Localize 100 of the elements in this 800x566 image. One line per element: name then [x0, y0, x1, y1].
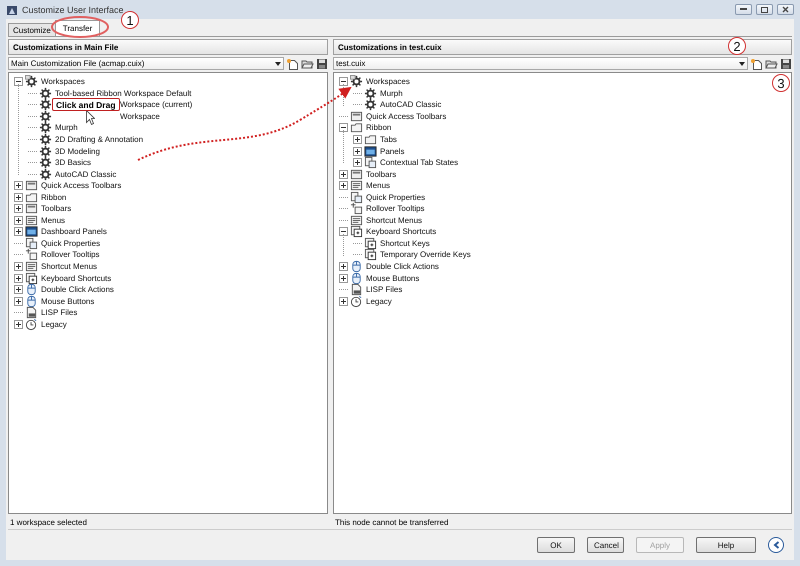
- app-icon: [6, 4, 18, 16]
- expand-icon[interactable]: [339, 181, 348, 190]
- tab[interactable]: Transfer: [54, 20, 100, 36]
- dialog-button[interactable]: Help: [696, 537, 756, 553]
- expand-icon[interactable]: [353, 158, 362, 168]
- tree-item[interactable]: Workspace: [120, 112, 160, 121]
- collapse-icon[interactable]: [339, 123, 348, 132]
- open-folder-icon[interactable]: [301, 58, 314, 70]
- folder-icon: [364, 133, 377, 146]
- tooltip-icon: [25, 248, 38, 262]
- collapse-icon[interactable]: [339, 77, 348, 86]
- minimize-icon: [740, 8, 747, 11]
- tree-item[interactable]: Mouse Buttons: [366, 274, 420, 283]
- tree-item[interactable]: Ribbon: [41, 192, 66, 202]
- highlight-ellipse: [51, 16, 109, 38]
- tree-item[interactable]: Rollover Tooltips: [366, 204, 425, 214]
- panel-icon: [25, 225, 38, 238]
- expand-icon[interactable]: [14, 274, 23, 283]
- close-button[interactable]: [777, 4, 794, 15]
- tree-item[interactable]: Toolbars: [41, 204, 72, 214]
- expand-icon[interactable]: [14, 285, 23, 294]
- toolbar-icon: [25, 202, 38, 216]
- tree-item[interactable]: Quick Properties: [41, 238, 100, 248]
- dropdown-arrow-icon: [275, 62, 281, 66]
- expand-icon[interactable]: [14, 296, 23, 306]
- menu-icon: [25, 260, 38, 274]
- tree-item[interactable]: Menus: [41, 216, 66, 225]
- collapse-icon[interactable]: [14, 77, 23, 86]
- tree-item[interactable]: Murph: [55, 123, 78, 132]
- tree-item[interactable]: Workspace (current): [120, 100, 192, 110]
- tree-item[interactable]: Shortcut Menus: [41, 262, 98, 272]
- folder-icon: [350, 121, 363, 134]
- expand-icon[interactable]: [339, 296, 348, 306]
- tree-item[interactable]: LISP Files: [366, 285, 402, 294]
- tree-item[interactable]: Double Click Actions: [41, 285, 114, 294]
- tree-item[interactable]: Rollover Tooltips: [41, 250, 100, 260]
- expand-icon[interactable]: [14, 227, 23, 236]
- tree-item[interactable]: Mouse Buttons: [41, 296, 94, 306]
- expand-icon[interactable]: [14, 216, 23, 225]
- expand-icon[interactable]: [339, 262, 348, 272]
- expand-icon[interactable]: [14, 204, 23, 214]
- collapse-icon[interactable]: [339, 227, 348, 236]
- tree-item[interactable]: Quick Properties: [366, 192, 426, 202]
- tree-item[interactable]: Menus: [366, 181, 390, 190]
- tree-item[interactable]: Tool-based Ribbon Workspace Default: [55, 88, 192, 98]
- tree-item[interactable]: AutoCAD Classic: [55, 170, 116, 179]
- expand-icon[interactable]: [14, 181, 23, 190]
- file-icon: [350, 283, 363, 296]
- tree-item[interactable]: LISP Files: [41, 308, 78, 318]
- tree-item[interactable]: Ribbon: [366, 123, 392, 132]
- keyboard-icon: [364, 236, 377, 250]
- tab[interactable]: Customize: [8, 23, 56, 36]
- tree-item[interactable]: 3D Modeling: [55, 146, 100, 156]
- mouse-icon: [350, 260, 363, 274]
- tree-item[interactable]: Keyboard Shortcuts: [366, 227, 436, 236]
- window-title: Customize User Interface: [22, 4, 124, 14]
- expand-icon[interactable]: [14, 192, 23, 202]
- tree-item[interactable]: Workspaces: [366, 77, 410, 86]
- expand-icon[interactable]: [339, 170, 348, 179]
- panel-header: Customizations in test.cuix: [338, 42, 442, 52]
- file-dropdown[interactable]: Main Customization File (acmap.cuix): [8, 57, 284, 70]
- keyboard-icon: [350, 225, 363, 238]
- file-dropdown[interactable]: test.cuix: [333, 57, 748, 70]
- tree-item[interactable]: Panels: [380, 146, 404, 156]
- tree-item[interactable]: Murph: [380, 88, 403, 98]
- tree-item[interactable]: Dashboard Panels: [41, 227, 107, 236]
- gear-icon: [25, 75, 38, 88]
- tree-item[interactable]: Shortcut Keys: [380, 238, 430, 248]
- minimize-button[interactable]: [735, 4, 752, 15]
- properties-icon: [350, 190, 363, 204]
- new-file-icon[interactable]: [286, 58, 299, 70]
- open-folder-icon[interactable]: [765, 58, 778, 70]
- save-icon[interactable]: [780, 58, 792, 70]
- tree-item[interactable]: Workspaces: [41, 77, 85, 86]
- expand-icon[interactable]: [353, 146, 362, 156]
- save-icon[interactable]: [316, 58, 328, 70]
- maximize-button[interactable]: [756, 4, 773, 15]
- new-file-icon[interactable]: [750, 58, 763, 70]
- tree-item[interactable]: Toolbars: [366, 170, 396, 179]
- tree-item[interactable]: Legacy: [41, 320, 67, 329]
- tree-item[interactable]: Double Click Actions: [366, 262, 439, 272]
- dialog-button[interactable]: OK: [537, 537, 575, 553]
- tree-item[interactable]: AutoCAD Classic: [380, 100, 442, 110]
- dialog-button[interactable]: Cancel: [587, 537, 624, 553]
- menu-icon: [350, 214, 363, 227]
- tree-item[interactable]: Quick Access Toolbars: [366, 112, 446, 121]
- tree-item[interactable]: Keyboard Shortcuts: [41, 274, 112, 283]
- expand-icon[interactable]: [14, 262, 23, 272]
- tree-item[interactable]: Temporary Override Keys: [380, 250, 471, 260]
- tree-item[interactable]: 3D Basics: [55, 158, 92, 168]
- tree-item[interactable]: Contextual Tab States: [380, 158, 458, 168]
- expand-icon[interactable]: [353, 135, 362, 144]
- tree-item[interactable]: Tabs: [380, 135, 397, 144]
- expand-icon[interactable]: [339, 274, 348, 283]
- tree-item[interactable]: Legacy: [366, 296, 392, 306]
- expand-icon[interactable]: [14, 320, 23, 329]
- collapse-panel-button[interactable]: [768, 537, 784, 553]
- tree-item[interactable]: 2D Drafting & Annotation: [55, 135, 144, 144]
- tree-item[interactable]: Quick Access Toolbars: [41, 181, 122, 190]
- tree-item[interactable]: Shortcut Menus: [366, 216, 422, 225]
